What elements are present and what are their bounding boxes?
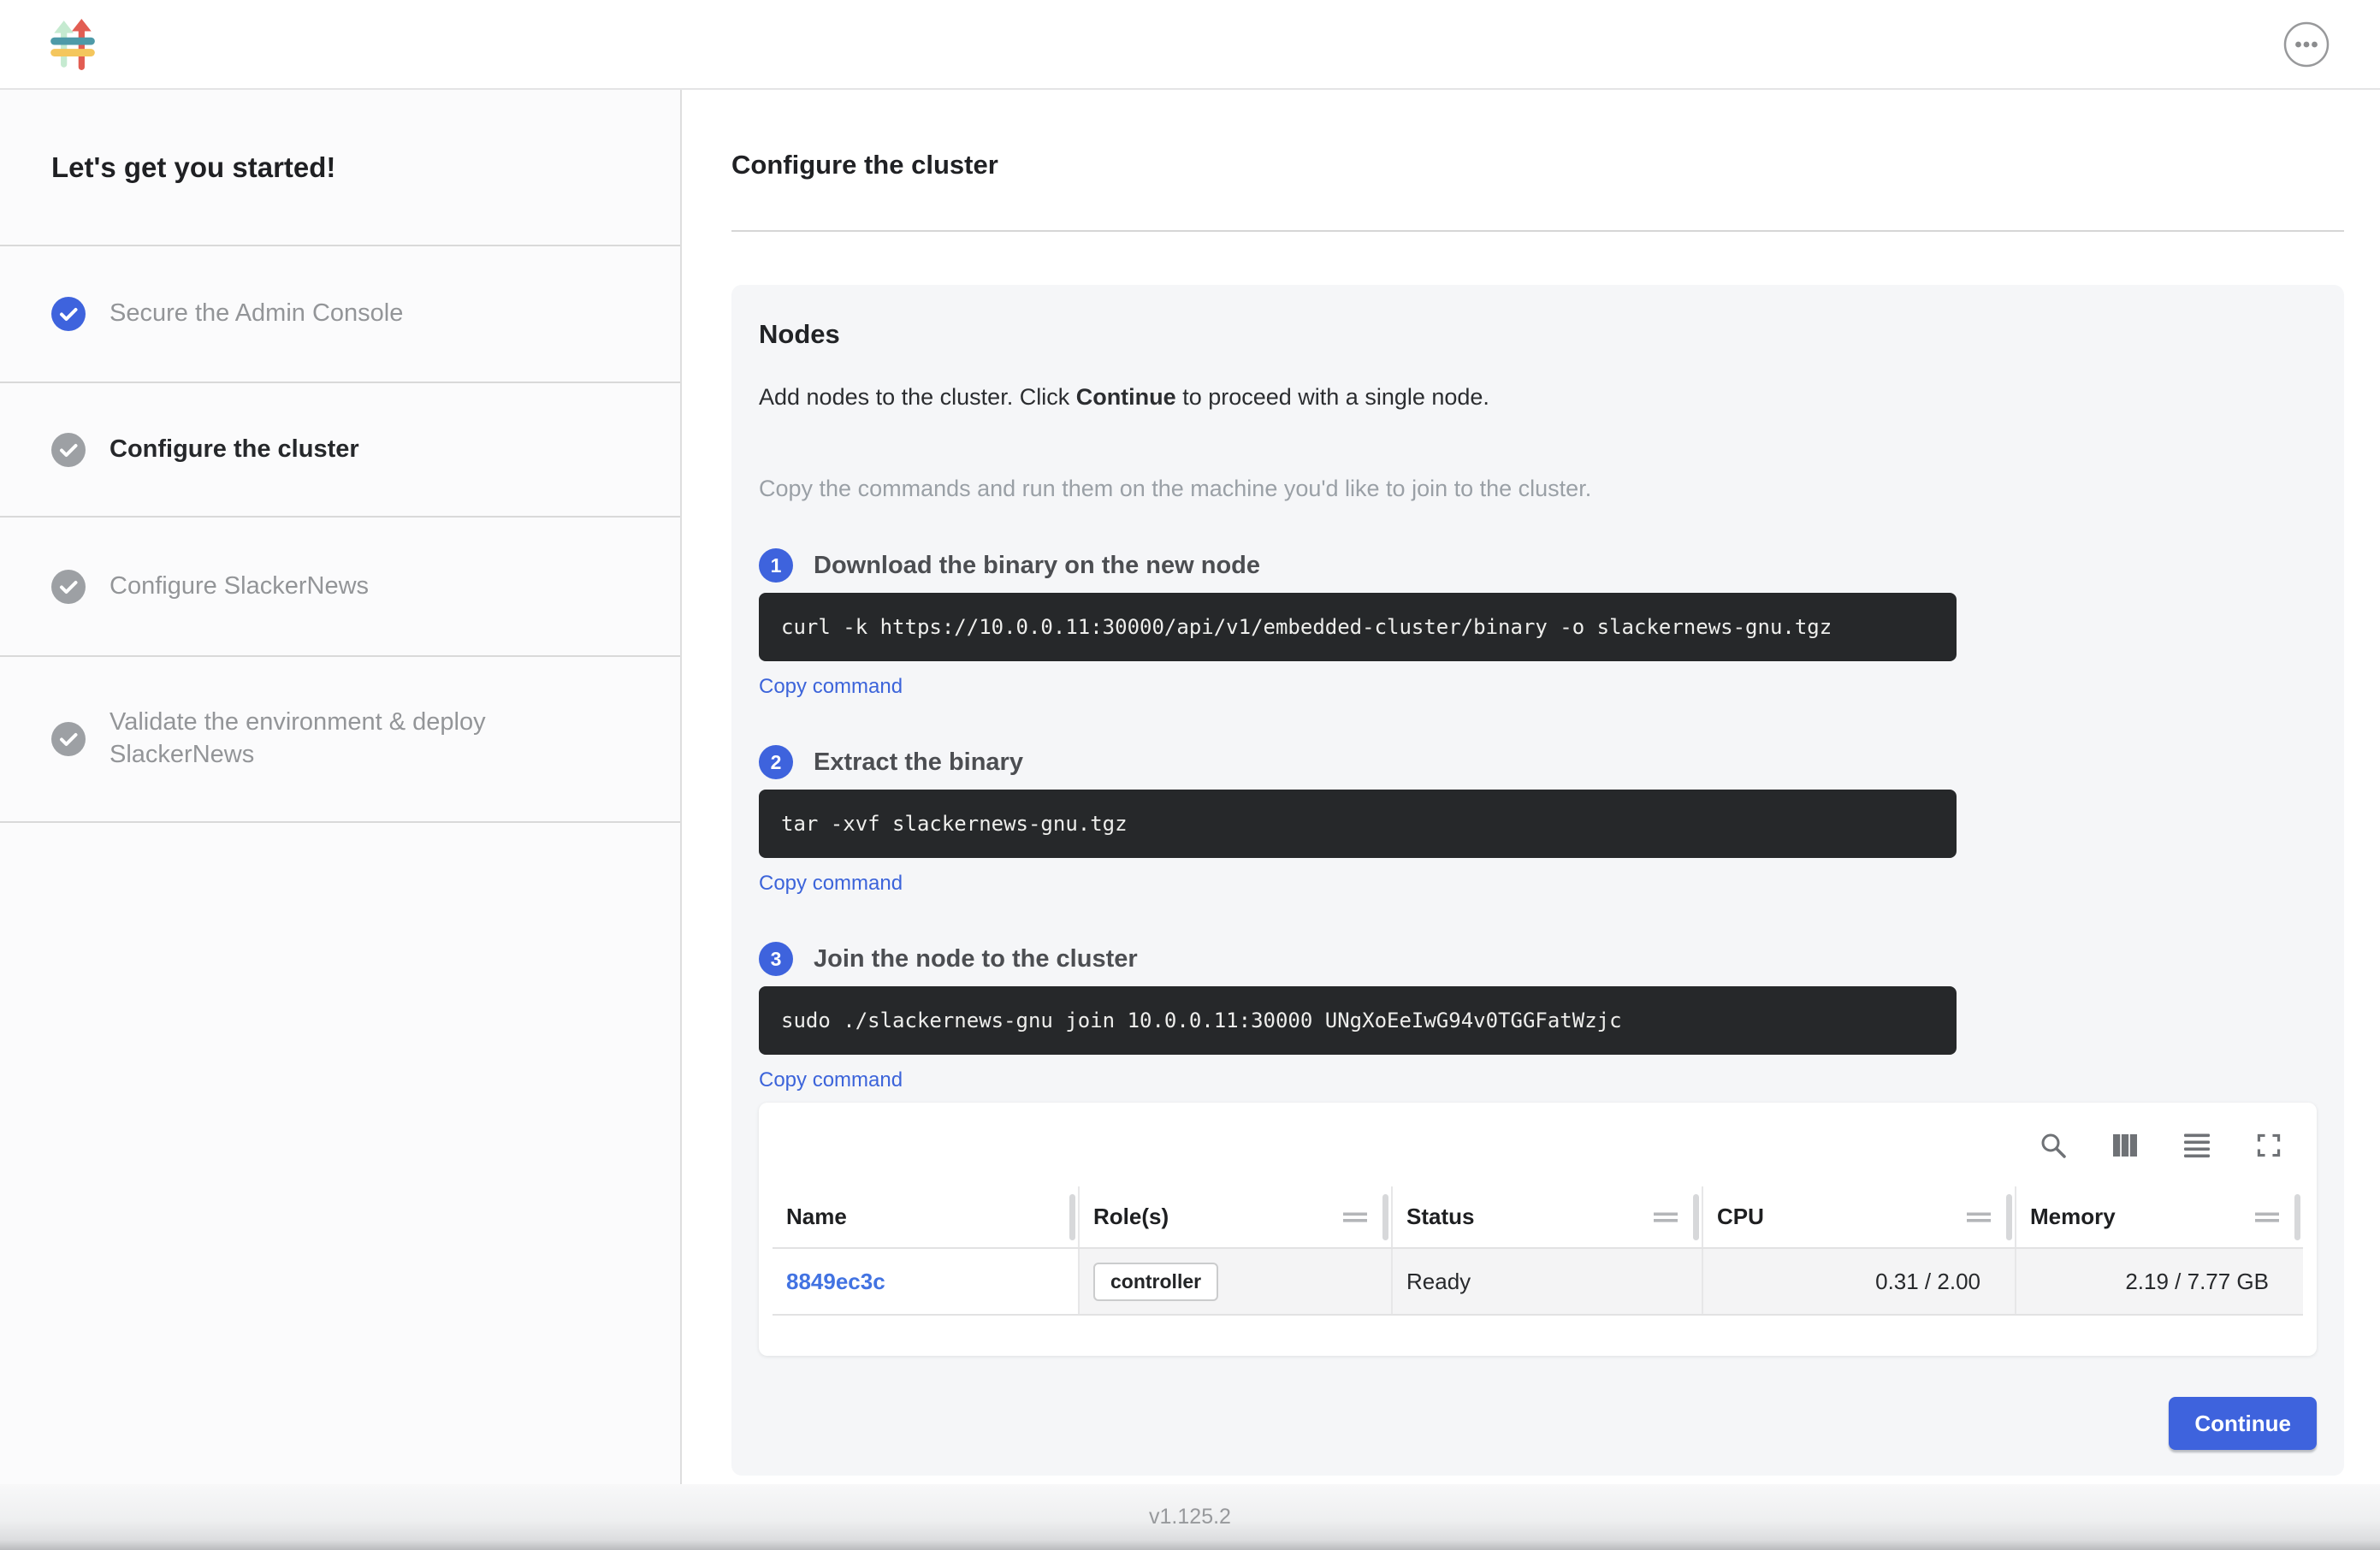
column-header-cpu[interactable]: CPU <box>1702 1186 2016 1248</box>
step-1-command-code: curl -k https://10.0.0.11:30000/api/v1/e… <box>759 593 1957 661</box>
nodes-intro: Add nodes to the cluster. Click Continue… <box>759 384 2317 411</box>
ellipsis-menu-icon <box>2282 21 2330 68</box>
step-1-title: Download the binary on the new node <box>814 552 1260 580</box>
nodes-heading: Nodes <box>759 319 2317 350</box>
node-roles-cell: controller <box>1079 1248 1392 1315</box>
nodes-table: Name Role(s) <box>773 1186 2303 1316</box>
sidebar-step-configure-cluster: Configure the cluster <box>0 383 680 518</box>
sidebar-step-label: Secure the Admin Console <box>110 298 403 330</box>
continue-button[interactable]: Continue <box>2169 1397 2317 1450</box>
admin-console-app: Let's get you started! Secure the Admin … <box>0 0 2380 1550</box>
node-status-cell: Ready <box>1392 1248 1702 1315</box>
column-resize-handle[interactable] <box>1382 1194 1388 1240</box>
column-resize-handle[interactable] <box>1069 1194 1075 1240</box>
table-row: 8849ec3c controller Ready 0.31 / 2.00 2.… <box>773 1248 2303 1315</box>
step-3-number-badge: 3 <box>759 942 793 976</box>
check-circle-pending-icon <box>51 433 86 467</box>
title-divider <box>731 230 2344 232</box>
step-3-header: 3 Join the node to the cluster <box>759 940 2317 978</box>
intro-continue-word: Continue <box>1076 384 1176 410</box>
content-row: Let's get you started! Secure the Admin … <box>0 90 2380 1484</box>
sidebar-step-label: Configure SlackerNews <box>110 571 369 603</box>
overflow-menu-button[interactable] <box>2282 21 2330 68</box>
sidebar-step-label: Validate the environment & deploy Slacke… <box>110 707 606 771</box>
slackernews-logo-icon <box>50 18 96 71</box>
show-hide-columns-icon[interactable] <box>2111 1132 2139 1159</box>
check-circle-complete-icon <box>51 297 86 331</box>
column-drag-icon[interactable] <box>1967 1211 1991 1223</box>
node-cpu-cell: 0.31 / 2.00 <box>1702 1248 2016 1315</box>
step-2-copy-command-link[interactable]: Copy command <box>759 872 903 896</box>
step-3-command-code: sudo ./slackernews-gnu join 10.0.0.11:30… <box>759 986 1957 1055</box>
step-3-title: Join the node to the cluster <box>814 945 1138 973</box>
version-label: v1.125.2 <box>1149 1505 1231 1529</box>
table-toolbar <box>759 1103 2317 1159</box>
step-2-header: 2 Extract the binary <box>759 743 2317 781</box>
page-title: Configure the cluster <box>731 150 2344 180</box>
intro-suffix: to proceed with a single node. <box>1176 384 1489 410</box>
nodes-card: Nodes Add nodes to the cluster. Click Co… <box>731 285 2344 1476</box>
density-icon[interactable] <box>2183 1132 2211 1159</box>
step-2-command-code: tar -xvf slackernews-gnu.tgz <box>759 790 1957 858</box>
step-1-copy-command-link[interactable]: Copy command <box>759 675 903 699</box>
node-name-cell: 8849ec3c <box>773 1248 1079 1315</box>
column-header-status[interactable]: Status <box>1392 1186 1702 1248</box>
nodes-table-panel: Name Role(s) <box>759 1103 2317 1356</box>
check-circle-pending-icon <box>51 722 86 756</box>
sidebar-step-label: Configure the cluster <box>110 434 359 466</box>
column-resize-handle[interactable] <box>2006 1194 2012 1240</box>
sidebar-heading: Let's get you started! <box>0 90 680 246</box>
column-resize-handle[interactable] <box>2294 1194 2300 1240</box>
fullscreen-icon[interactable] <box>2255 1132 2282 1159</box>
footer: v1.125.2 <box>0 1484 2380 1550</box>
setup-steps-sidebar: Let's get you started! Secure the Admin … <box>0 90 682 1484</box>
step-2-title: Extract the binary <box>814 748 1023 777</box>
sidebar-step-configure-slackernews: Configure SlackerNews <box>0 518 680 657</box>
main-content: Configure the cluster Nodes Add nodes to… <box>682 90 2380 1484</box>
column-resize-handle[interactable] <box>1693 1194 1699 1240</box>
column-drag-icon[interactable] <box>1343 1211 1367 1223</box>
node-name-link[interactable]: 8849ec3c <box>786 1269 885 1294</box>
column-header-memory[interactable]: Memory <box>2016 1186 2303 1248</box>
step-1-number-badge: 1 <box>759 548 793 583</box>
column-header-roles[interactable]: Role(s) <box>1079 1186 1392 1248</box>
column-drag-icon[interactable] <box>1654 1211 1678 1223</box>
column-header-name[interactable]: Name <box>773 1186 1079 1248</box>
step-2-number-badge: 2 <box>759 745 793 779</box>
intro-prefix: Add nodes to the cluster. Click <box>759 384 1076 410</box>
topbar <box>0 0 2380 90</box>
search-icon[interactable] <box>2040 1132 2067 1159</box>
copy-commands-hint: Copy the commands and run them on the ma… <box>759 476 2317 502</box>
table-header-row: Name Role(s) <box>773 1186 2303 1248</box>
step-3-copy-command-link[interactable]: Copy command <box>759 1068 903 1092</box>
column-drag-icon[interactable] <box>2255 1211 2279 1223</box>
sidebar-step-secure-admin-console: Secure the Admin Console <box>0 246 680 383</box>
step-1-header: 1 Download the binary on the new node <box>759 547 2317 584</box>
node-memory-cell: 2.19 / 7.77 GB <box>2016 1248 2303 1315</box>
role-badge: controller <box>1093 1263 1218 1301</box>
check-circle-pending-icon <box>51 570 86 604</box>
sidebar-step-validate-deploy: Validate the environment & deploy Slacke… <box>0 657 680 823</box>
